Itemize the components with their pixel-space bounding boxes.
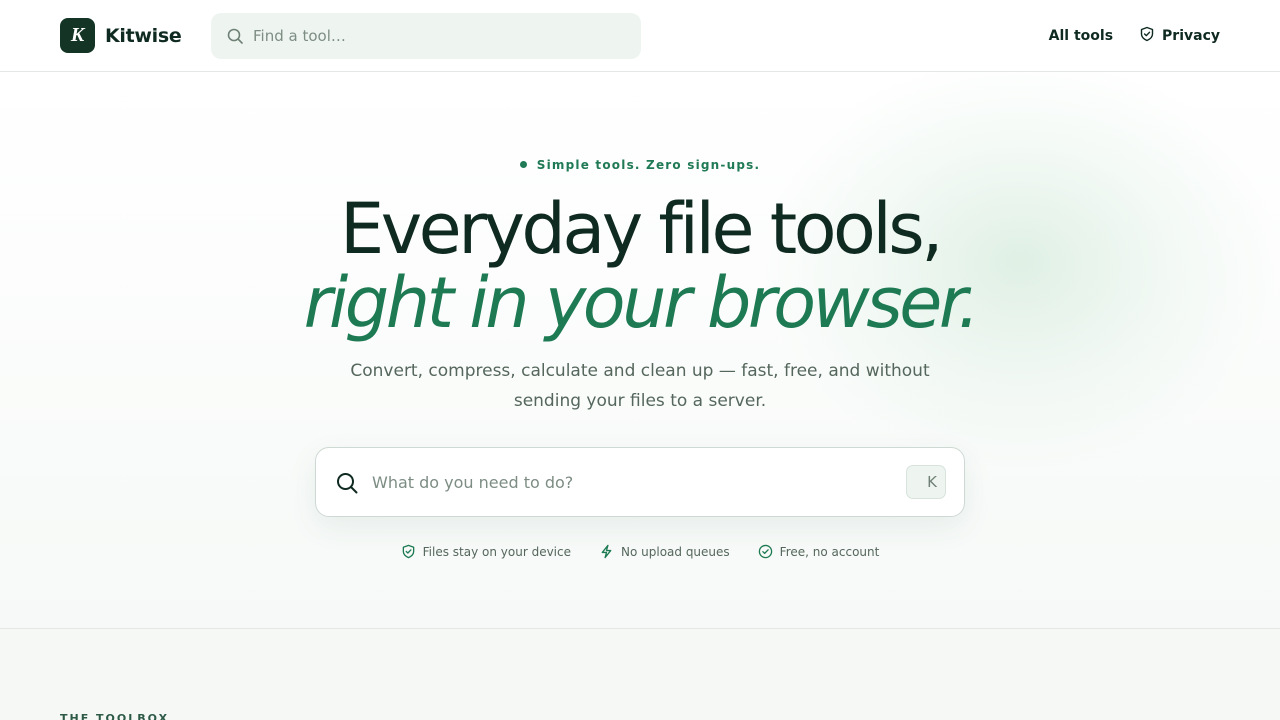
search-icon	[337, 473, 358, 494]
logo[interactable]: K Kitwise	[60, 18, 182, 53]
keyboard-shortcut-badge: K	[906, 465, 946, 499]
nav-all-tools[interactable]: All tools	[1049, 28, 1113, 44]
feature-label: Files stay on your device	[422, 544, 571, 559]
section-label-toolbox: THE TOOLBOX	[60, 712, 170, 720]
search-icon	[227, 28, 243, 44]
feature-item: Files stay on your device	[401, 544, 571, 559]
site-header: K Kitwise All tools Privacy	[0, 0, 1280, 72]
feature-list: Files stay on your device No upload queu…	[0, 544, 1280, 559]
header-search-input[interactable]	[253, 13, 623, 59]
hero-section: Simple tools. Zero sign-ups. Everyday fi…	[0, 72, 1280, 629]
shield-check-icon	[402, 544, 414, 559]
feature-item: No upload queues	[599, 544, 730, 559]
hero-search: K	[315, 447, 965, 517]
eyebrow-text: Simple tools. Zero sign-ups.	[536, 158, 761, 172]
main-nav: All tools Privacy	[1049, 0, 1220, 72]
nav-all-tools-label: All tools	[1048, 28, 1114, 44]
lightning-icon	[601, 544, 612, 559]
header-search	[211, 13, 641, 59]
eyebrow-dot	[519, 161, 527, 168]
logo-mark: K	[60, 18, 95, 53]
hero-eyebrow: Simple tools. Zero sign-ups.	[0, 158, 1280, 172]
feature-item: Free, no account	[758, 544, 880, 559]
hero-subhead: Convert, compress, calculate and clean u…	[350, 361, 930, 411]
feature-label: No upload queues	[621, 544, 730, 559]
headline-line-2: right in your browser.	[303, 262, 980, 344]
nav-privacy-label: Privacy	[1162, 28, 1220, 44]
hero-headline: Everyday file tools, right in your brows…	[0, 192, 1280, 340]
headline-line-1: Everyday file tools,	[339, 188, 944, 270]
feature-label: Free, no account	[779, 544, 880, 559]
check-circle-icon	[758, 544, 772, 559]
shield-check-icon	[1140, 26, 1154, 42]
hero-search-input[interactable]	[372, 448, 892, 516]
brand-name: Kitwise	[105, 24, 182, 47]
nav-privacy[interactable]: Privacy	[1139, 26, 1220, 44]
